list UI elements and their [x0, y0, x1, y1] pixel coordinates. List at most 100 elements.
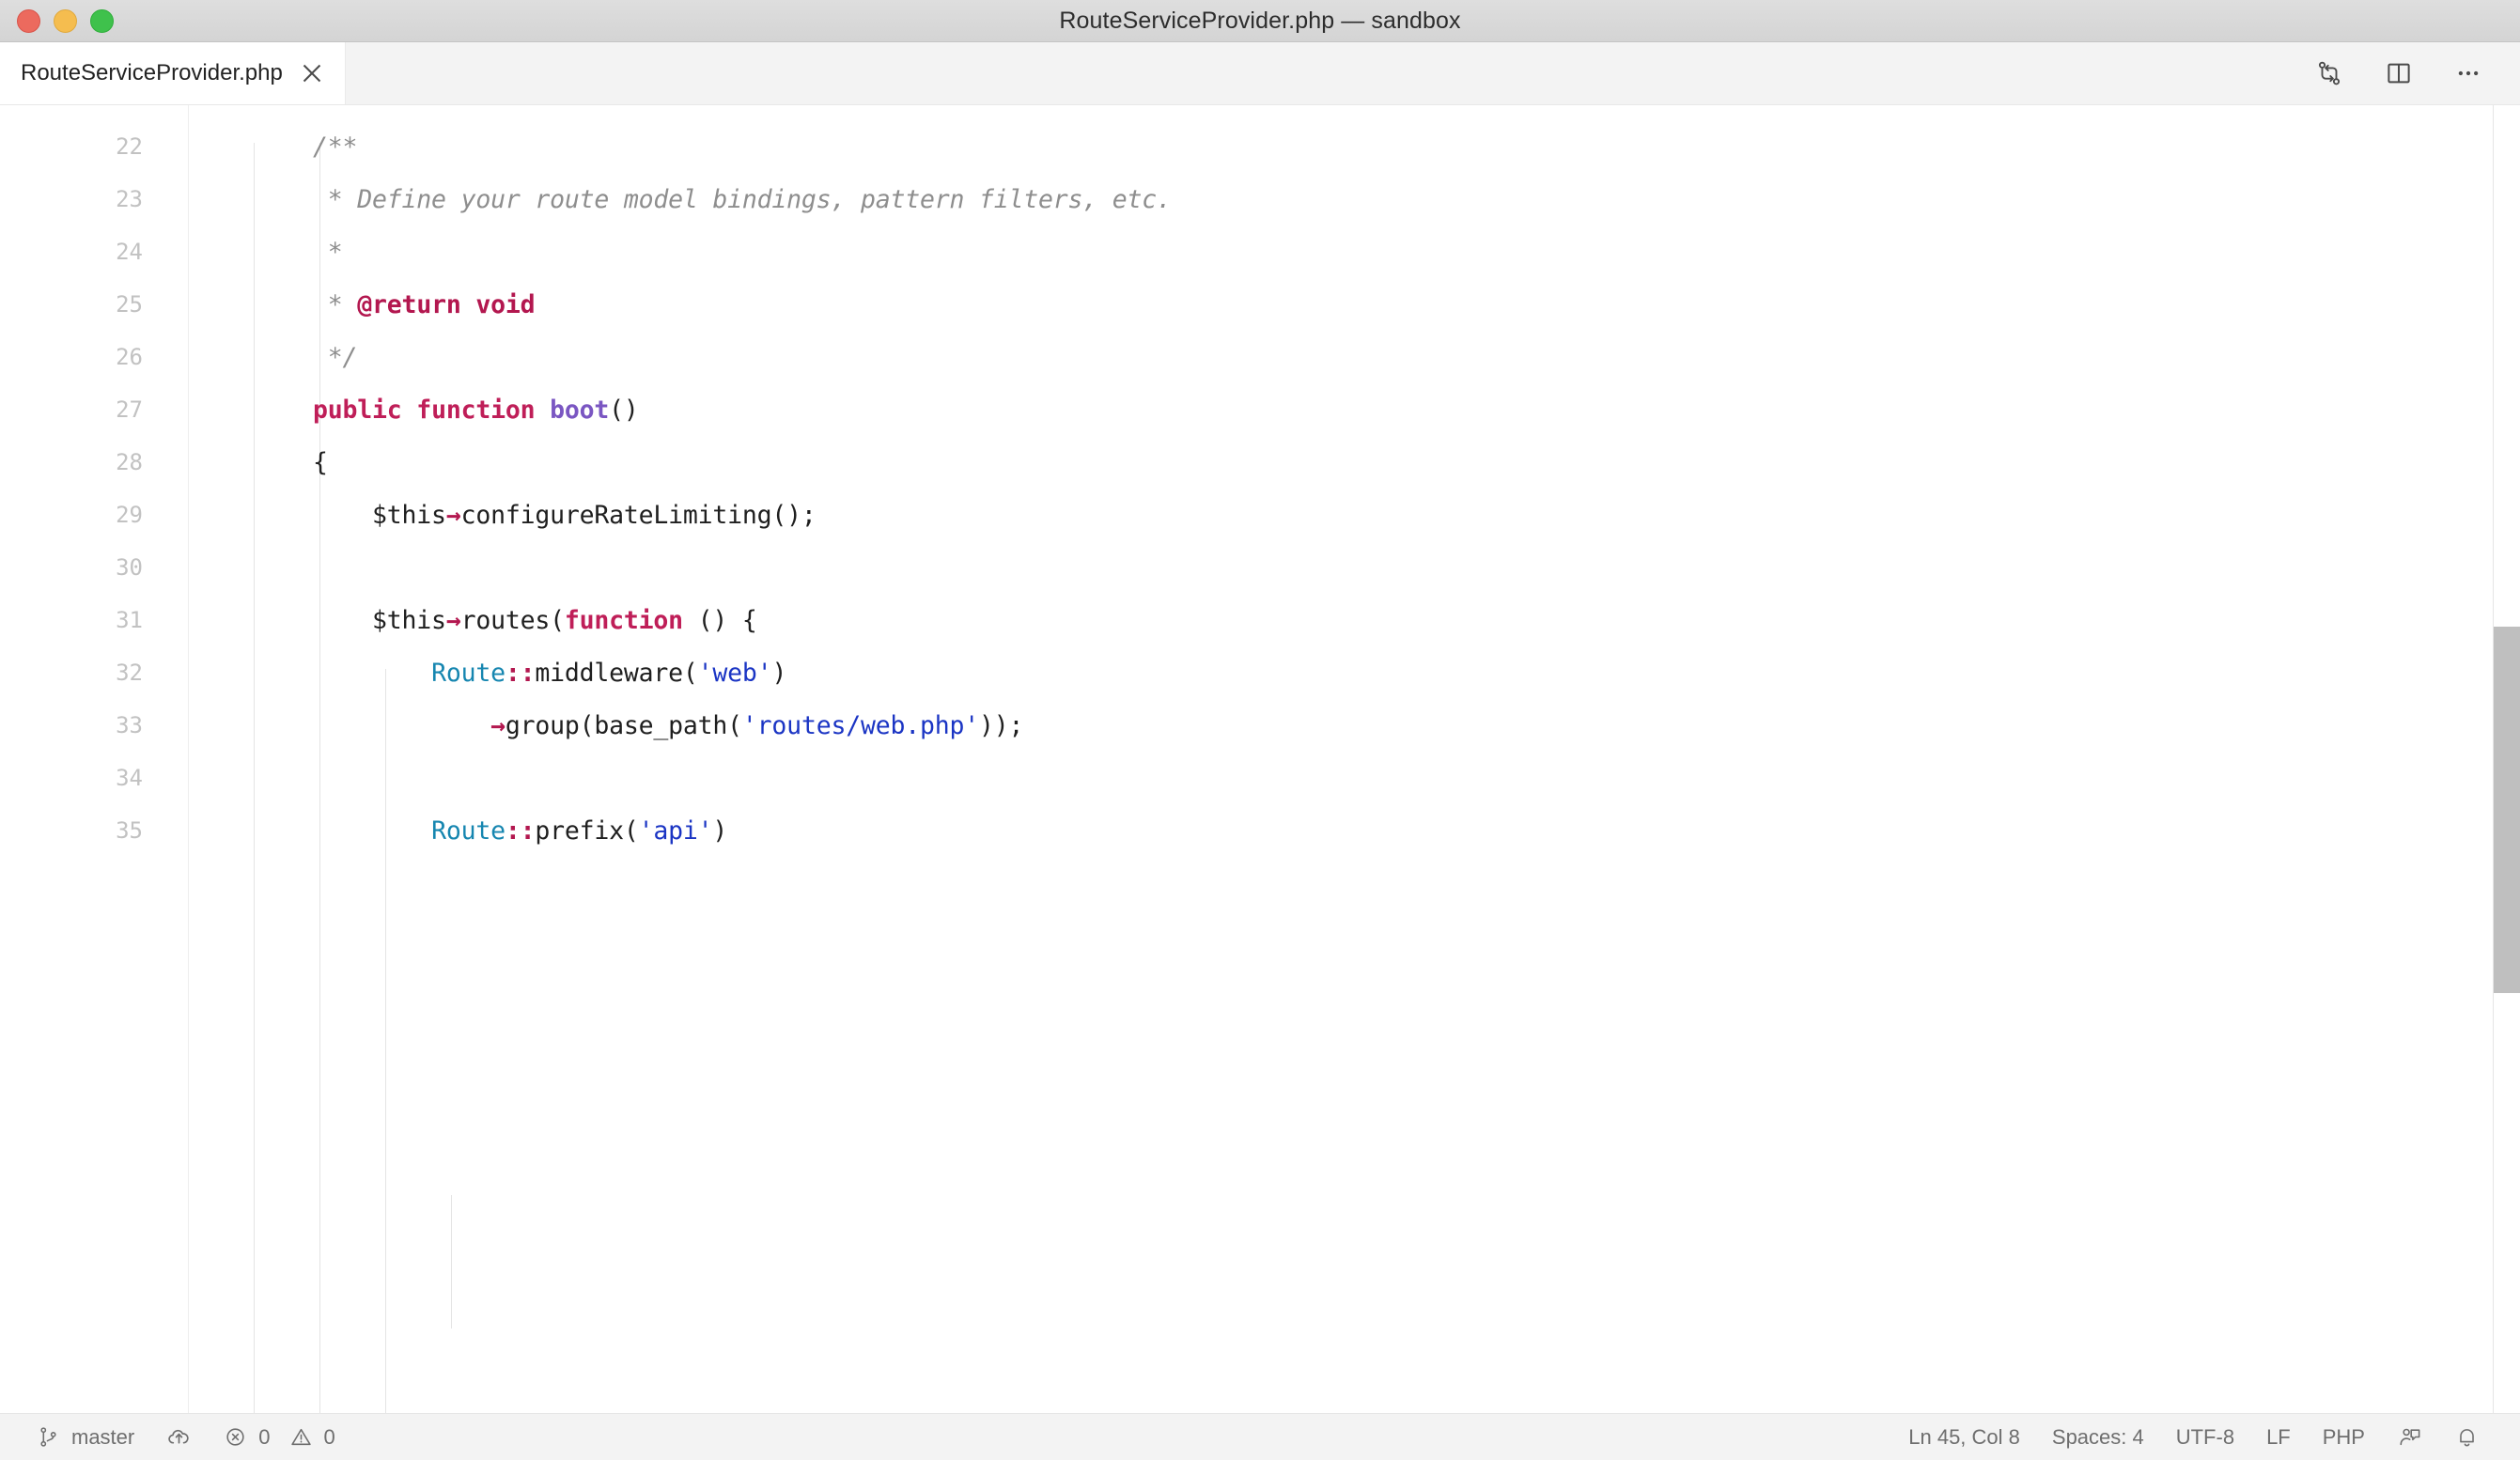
token-plain: () {	[682, 605, 757, 635]
token-kw: function	[564, 605, 683, 635]
token-plain: routes(	[460, 605, 565, 635]
code-line-content: public function boot()	[254, 396, 2520, 425]
code-line-content: Route::middleware('web')	[254, 659, 2520, 688]
language-mode-label: PHP	[2322, 1424, 2365, 1449]
token-plain: ()	[609, 395, 639, 425]
vertical-scrollbar[interactable]	[2494, 105, 2520, 1413]
code-line[interactable]: 28 {	[0, 436, 2520, 489]
more-actions-icon[interactable]	[2452, 57, 2484, 89]
indentation[interactable]: Spaces: 4	[2036, 1414, 2160, 1460]
language-mode[interactable]: PHP	[2307, 1414, 2381, 1460]
code-line[interactable]: 35 Route::prefix('api')	[0, 804, 2520, 857]
token-plain: configureRateLimiting();	[460, 500, 817, 530]
status-bar: master 0 0 Ln 45, Col 8 Spaces: 4 UTF-8 …	[0, 1413, 2520, 1460]
token-comment: */	[327, 342, 358, 372]
code-line[interactable]: 33 →group(base_path('routes/web.php'));	[0, 699, 2520, 752]
token-plain: group(base_path(	[505, 710, 742, 740]
token-plain: $this	[254, 605, 446, 635]
token-kw: public function	[313, 395, 551, 425]
line-number: 31	[116, 607, 143, 633]
close-window-button[interactable]	[17, 8, 40, 33]
line-number: 32	[116, 660, 143, 686]
token-comment: *	[327, 237, 343, 267]
code-line[interactable]: 27 public function boot()	[0, 383, 2520, 436]
line-number: 33	[116, 712, 143, 738]
editor-window: RouteServiceProvider.php — sandbox Route…	[0, 0, 2520, 1460]
sync-status[interactable]	[150, 1414, 208, 1460]
code-editor[interactable]: 2122 /**23 * Define your route model bin…	[0, 105, 2520, 1413]
eol[interactable]: LF	[2250, 1414, 2307, 1460]
status-bar-left: master 0 0	[0, 1414, 351, 1460]
cursor-position[interactable]: Ln 45, Col 8	[1892, 1414, 2036, 1460]
indentation-label: Spaces: 4	[2051, 1424, 2144, 1449]
line-number: 28	[116, 449, 143, 475]
encoding[interactable]: UTF-8	[2160, 1414, 2250, 1460]
code-line-content: */	[254, 343, 2520, 372]
line-number: 24	[116, 239, 143, 265]
code-line[interactable]: 24 *	[0, 225, 2520, 278]
code-line[interactable]: 23 * Define your route model bindings, p…	[0, 173, 2520, 225]
line-number: 34	[116, 765, 143, 791]
code-line-content: *	[254, 238, 2520, 267]
token-doctag: @return void	[357, 289, 536, 319]
code-lines-container[interactable]: 2122 /**23 * Define your route model bin…	[0, 105, 2520, 1413]
editor-actions	[2313, 42, 2520, 104]
window-title: RouteServiceProvider.php — sandbox	[1059, 7, 1461, 34]
token-plain: middleware(	[535, 658, 698, 688]
token-plain: prefix(	[535, 815, 639, 846]
token-str: 'api'	[638, 815, 713, 846]
branch-status[interactable]: master	[21, 1414, 150, 1460]
code-line[interactable]: 25 * @return void	[0, 278, 2520, 331]
tab-label: RouteServiceProvider.php	[21, 60, 283, 85]
token-plain: ));	[979, 710, 1024, 740]
code-line[interactable]: 29 $this→configureRateLimiting();	[0, 489, 2520, 541]
code-line[interactable]: 22 /**	[0, 120, 2520, 173]
maximize-window-button[interactable]	[90, 8, 114, 33]
code-line[interactable]: 34	[0, 752, 2520, 804]
token-fn: boot	[550, 395, 610, 425]
error-count: 0	[258, 1424, 271, 1449]
tab-routeserviceprovider-php[interactable]: RouteServiceProvider.php	[0, 42, 346, 104]
code-line[interactable]: 26 */	[0, 331, 2520, 383]
split-editor-icon[interactable]	[2383, 57, 2415, 89]
token-str: 'routes/web.php'	[741, 710, 979, 740]
minimize-window-button[interactable]	[54, 8, 77, 33]
code-line-content: $this→routes(function () {	[254, 606, 2520, 635]
token-plain: )	[771, 658, 787, 688]
status-bar-right: Ln 45, Col 8 Spaces: 4 UTF-8 LF PHP	[1892, 1414, 2520, 1460]
vertical-scrollbar-thumb[interactable]	[2494, 627, 2520, 993]
token-plain: {	[254, 447, 328, 477]
code-line-content: $this→configureRateLimiting();	[254, 501, 2520, 530]
token-str: 'web'	[697, 658, 772, 688]
problems-status[interactable]: 0 0	[208, 1414, 351, 1460]
code-line[interactable]: 32 Route::middleware('web')	[0, 646, 2520, 699]
token-comment: /**	[313, 132, 358, 162]
code-line[interactable]: 30	[0, 541, 2520, 594]
code-line-content: →group(base_path('routes/web.php'));	[254, 711, 2520, 740]
notifications-bell-icon[interactable]	[2438, 1414, 2496, 1460]
source-control-icon[interactable]	[2313, 57, 2345, 89]
line-number: 21	[0, 105, 143, 107]
line-number: 30	[116, 554, 143, 581]
code-line[interactable]: 31 $this→routes(function () {	[0, 594, 2520, 646]
token-class: Route	[431, 815, 506, 846]
window-titlebar: RouteServiceProvider.php — sandbox	[0, 0, 2520, 42]
line-number: 22	[116, 133, 143, 160]
feedback-icon[interactable]	[2381, 1414, 2438, 1460]
editor-tabbar: RouteServiceProvider.php	[0, 42, 2520, 105]
code-line-content: /**	[254, 132, 2520, 162]
line-number: 27	[116, 396, 143, 423]
line-number: 29	[116, 502, 143, 528]
code-line[interactable]: 21	[0, 105, 2520, 120]
close-icon[interactable]	[300, 61, 324, 85]
branch-name: master	[71, 1424, 135, 1449]
code-line-content: {	[254, 448, 2520, 477]
line-number: 23	[116, 186, 143, 212]
